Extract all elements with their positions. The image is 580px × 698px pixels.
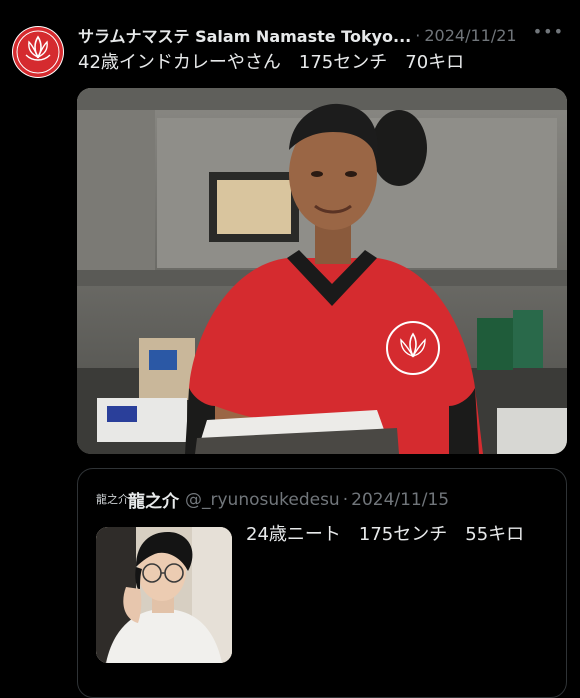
- quote-photo[interactable]: [96, 527, 232, 663]
- quote-author-handle[interactable]: @_ryunosukedesu: [185, 490, 340, 510]
- quote-text: 24歳ニート 175センチ 55キロ: [246, 524, 525, 545]
- more-options-icon[interactable]: •••: [533, 22, 564, 41]
- author-name[interactable]: サラムナマステ Salam Namaste Tokyo...: [78, 23, 411, 47]
- tweet-date[interactable]: 2024/11/21: [424, 26, 516, 45]
- header-separator: ·: [415, 25, 421, 45]
- author-avatar[interactable]: [12, 26, 64, 78]
- kitchen-photo: [77, 88, 567, 454]
- tweet-text: 42歳インドカレーやさん 175センチ 70キロ: [78, 52, 465, 73]
- tweet-photo[interactable]: [77, 88, 567, 454]
- quoted-tweet[interactable]: 龍之介 龍之介 @_ryunosukedesu · 2024/11/15 24歳…: [77, 468, 567, 698]
- lotus-logo-icon: [13, 27, 63, 77]
- portrait-photo: [96, 527, 232, 663]
- quote-date[interactable]: 2024/11/15: [351, 490, 449, 510]
- quote-author-name[interactable]: 龍之介: [128, 487, 179, 512]
- quote-separator: ·: [342, 489, 349, 510]
- quote-mini-avatar[interactable]: 龍之介: [96, 491, 129, 509]
- quote-header: 龍之介 龍之介 @_ryunosukedesu · 2024/11/15: [96, 487, 449, 513]
- tweet-header: サラムナマステ Salam Namaste Tokyo... · 2024/11…: [78, 22, 566, 48]
